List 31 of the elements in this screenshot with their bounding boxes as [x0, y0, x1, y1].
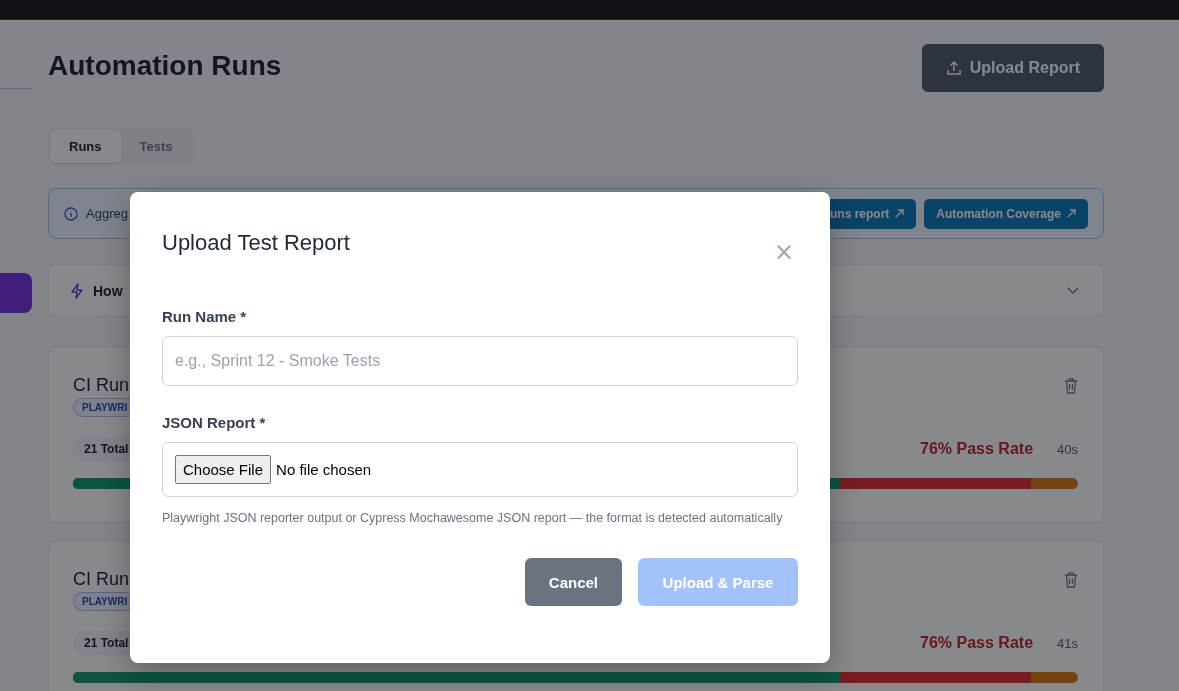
- sidebar-button[interactable]: [0, 273, 32, 313]
- trash-icon[interactable]: [1064, 571, 1078, 588]
- run-name: CI Run: [73, 569, 130, 590]
- external-link-icon: [1067, 209, 1076, 218]
- run-duration: 41s: [1057, 635, 1078, 651]
- help-text: Playwright JSON reporter output or Cypress Mochawesome JSON report — the format is detected automatically: [162, 510, 784, 527]
- close-button[interactable]: ×: [769, 240, 798, 264]
- upload-report-button[interactable]: Upload Report: [921, 44, 1104, 92]
- cancel-button[interactable]: Cancel: [524, 558, 622, 606]
- field-label: Run Name *: [162, 308, 248, 325]
- file-input-field[interactable]: Choose File No file chosen: [162, 442, 798, 497]
- pass-rate: 76% Pass Rate: [920, 440, 1034, 458]
- dialog-title: Upload Test Report: [162, 230, 350, 256]
- page-title: Automation Runs: [48, 50, 282, 82]
- tab[interactable]: Tests: [120, 130, 192, 163]
- report-link[interactable]: Automation Coverage: [924, 198, 1088, 229]
- pass-rate: 76% Pass Rate: [920, 634, 1034, 652]
- trash-icon[interactable]: [1064, 377, 1078, 394]
- field-label: JSON Report *: [162, 414, 267, 431]
- tab[interactable]: Runs: [50, 130, 121, 163]
- run-name-field[interactable]: e.g., Sprint 12 - Smoke Tests: [162, 336, 798, 386]
- run-duration: 40s: [1057, 441, 1078, 457]
- file-status: No file chosen: [276, 461, 372, 478]
- accordion-title: How: [93, 282, 124, 299]
- external-link-icon: [895, 209, 905, 218]
- run-name: CI Run: [73, 375, 130, 396]
- info-icon: [64, 206, 78, 221]
- banner-text: Aggreg: [86, 206, 129, 221]
- upload-icon: [945, 60, 962, 76]
- choose-file-button[interactable]: Choose File: [175, 455, 272, 484]
- lightning-icon: [69, 282, 85, 299]
